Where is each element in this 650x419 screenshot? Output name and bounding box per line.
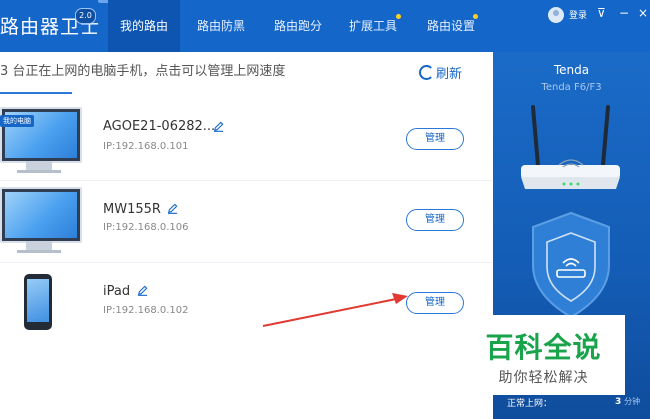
router-illustration [521,105,620,319]
router-model: Tenda F6/F3 [541,82,602,93]
online-unit: 分钟 [624,397,641,406]
watermark-title: 百科全说 [485,331,602,364]
online-duration: 3 分钟 [615,396,640,407]
online-status-label: 正常上网： [507,399,553,409]
online-count: 3 [615,397,622,407]
router-brand: Tenda [553,63,590,77]
watermark-subtitle: 助你轻松解决 [498,370,589,386]
